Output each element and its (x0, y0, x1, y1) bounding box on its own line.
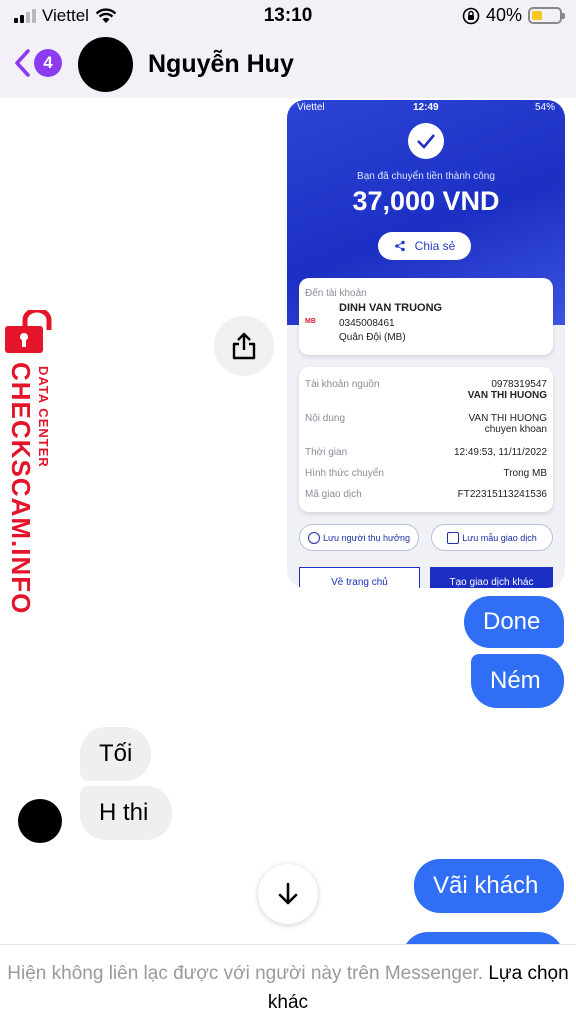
scroll-to-bottom-button[interactable] (258, 864, 318, 924)
success-message: Bạn đã chuyển tiền thành công (357, 171, 495, 182)
footer-notice-text: Hiện không liên lạc được với người này t… (7, 963, 484, 984)
screenshot-attachment[interactable]: Viettel 12:49 54% Bạn đã chuyển tiền thà… (287, 100, 565, 588)
battery-group: 40% (462, 5, 565, 26)
sender-avatar[interactable] (18, 799, 62, 843)
transfer-amount: 37,000 VND (352, 186, 500, 216)
back-button[interactable]: 4 (12, 48, 62, 78)
footer-notice: Hiện không liên lạc được với người này t… (0, 959, 576, 1017)
recipient-card: Đến tài khoản MB DINH VAN TRUONG 0345008… (299, 278, 553, 355)
battery-icon (528, 7, 565, 24)
recipient-bank: Quân Đội (MB) (339, 332, 406, 343)
contact-avatar[interactable] (78, 37, 133, 92)
success-check-icon (408, 123, 444, 159)
message-bubble[interactable]: Tối (80, 727, 151, 781)
document-icon (447, 531, 460, 544)
receipt-carrier: Viettel (297, 102, 325, 113)
mb-bank-logo: MB (305, 318, 316, 325)
contact-name[interactable]: Nguyễn Huy (148, 50, 294, 79)
transaction-details-card: Tài khoản nguồn 0978319547 VAN THI HUONG … (299, 367, 553, 512)
share-icon (394, 240, 405, 252)
message-bubble[interactable]: Done (464, 596, 564, 648)
message-bubble[interactable]: H thi (80, 786, 172, 840)
share-button: Chia sẻ (378, 232, 471, 260)
arrow-down-icon (278, 882, 298, 905)
status-bar: Viettel 13:10 40% (0, 0, 576, 32)
save-template-pill: Lưu mẫu giao dịch (431, 524, 553, 551)
to-account-label: Đến tài khoản (305, 288, 367, 299)
watermark-subtitle: DATA CENTER (36, 366, 51, 468)
forward-button[interactable] (214, 316, 274, 376)
message-bubble[interactable]: Vãi khách (414, 859, 564, 913)
recipient-name: DINH VAN TRUONG (339, 302, 443, 314)
chevron-left-icon (15, 49, 30, 77)
share-label: Chia sẻ (414, 239, 456, 253)
watermark-brand: CHECKSCAM.INFO (6, 362, 36, 615)
receipt-time: 12:49 (413, 102, 439, 113)
chat-header: 4 Nguyễn Huy (0, 32, 576, 98)
receipt-battery: 54% (534, 102, 555, 113)
unread-badge: 4 (34, 49, 62, 77)
message-bubble[interactable]: Ném (471, 654, 564, 708)
save-beneficiary-pill: Lưu người thụ hưởng (299, 524, 419, 551)
share-upload-icon (232, 332, 256, 360)
battery-percent: 40% (485, 5, 522, 25)
recipient-account: 0345008461 (339, 318, 395, 329)
orientation-lock-icon (462, 7, 480, 24)
user-icon (308, 531, 321, 544)
watermark-lock-icon (5, 310, 52, 353)
unavailable-footer: Hiện không liên lạc được với người này t… (0, 944, 576, 1024)
receipt-status-bar: Viettel 12:49 54% (287, 100, 565, 116)
home-button: Về trang chủ (299, 567, 420, 588)
new-transaction-button: Tạo giao dịch khác (430, 567, 553, 588)
